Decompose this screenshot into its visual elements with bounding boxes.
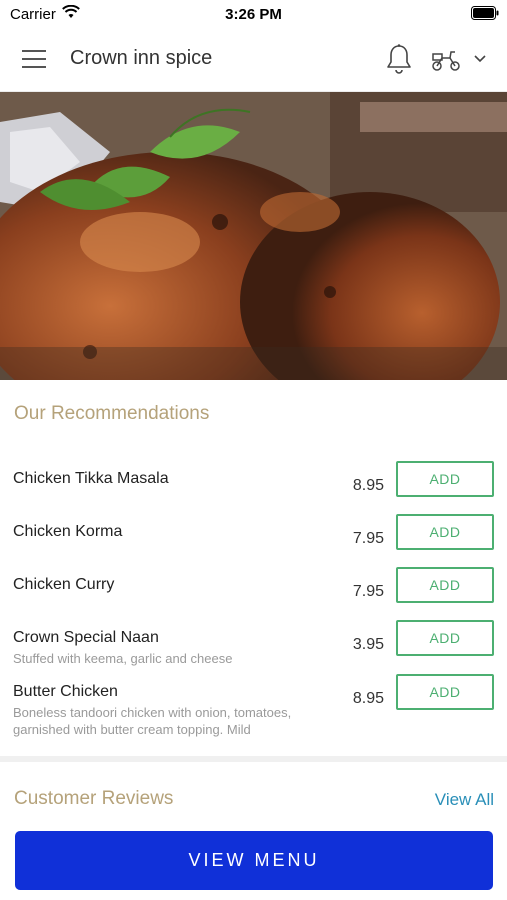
add-button[interactable]: ADD <box>396 620 494 656</box>
item-price: 8.95 <box>352 477 384 494</box>
clock: 3:26 PM <box>225 6 282 23</box>
add-button[interactable]: ADD <box>396 461 494 497</box>
chevron-down-icon[interactable] <box>472 53 488 65</box>
add-button[interactable]: ADD <box>396 567 494 603</box>
recommendations-heading: Our Recommendations <box>14 403 210 424</box>
item-name: Crown Special Naan <box>13 629 159 646</box>
status-bar: Carrier 3:26 PM <box>0 0 507 28</box>
item-name: Chicken Curry <box>13 576 115 593</box>
item-price: 7.95 <box>352 530 384 547</box>
item-name: Chicken Korma <box>13 523 123 540</box>
section-divider <box>0 756 507 762</box>
restaurant-title: Crown inn spice <box>70 47 213 69</box>
add-button[interactable]: ADD <box>396 514 494 550</box>
item-price: 3.95 <box>352 636 384 653</box>
item-description: Boneless tandoori chicken with onion, to… <box>13 705 292 737</box>
item-price: 7.95 <box>352 583 384 600</box>
scooter-icon[interactable] <box>430 48 462 72</box>
app-header: Crown inn spice <box>0 28 507 92</box>
bell-icon[interactable] <box>385 43 413 75</box>
menu-icon[interactable] <box>22 50 46 70</box>
reviews-heading: Customer Reviews <box>14 788 174 809</box>
view-menu-button[interactable]: VIEW MENU <box>15 831 493 890</box>
item-price: 8.95 <box>352 690 384 707</box>
add-button[interactable]: ADD <box>396 674 494 710</box>
view-all-reviews-link[interactable]: View All <box>435 790 494 810</box>
item-name: Chicken Tikka Masala <box>13 470 169 487</box>
item-name: Butter Chicken <box>13 683 118 700</box>
hero-food-image <box>0 92 507 380</box>
item-description: Stuffed with keema, garlic and cheese <box>13 651 233 666</box>
battery-icon <box>471 6 499 20</box>
